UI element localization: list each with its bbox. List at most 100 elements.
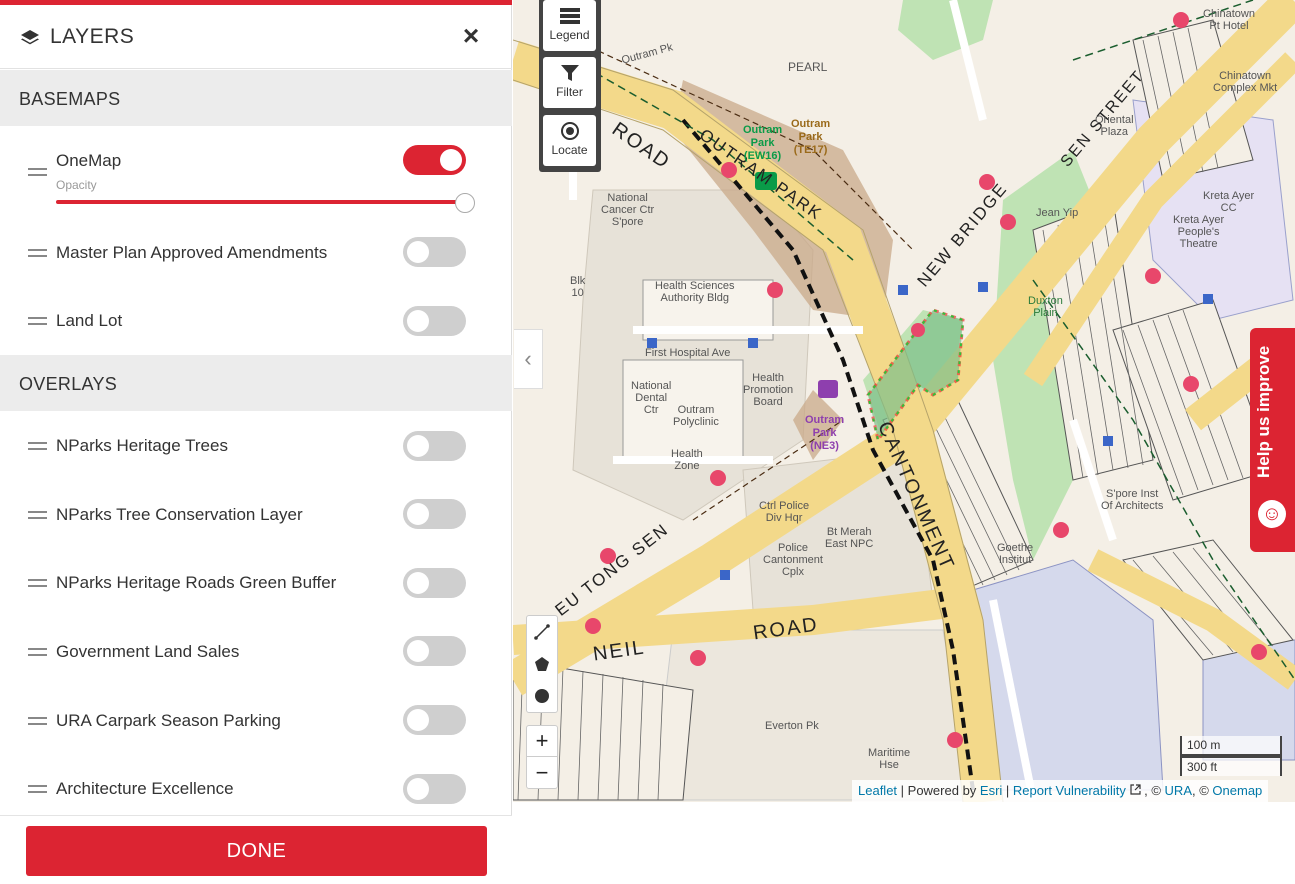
opacity-slider-handle[interactable] <box>455 193 475 213</box>
toggle-land-lot[interactable] <box>403 306 466 336</box>
toggle-knob <box>407 709 429 731</box>
attr-text: | Powered by <box>897 783 980 798</box>
layers-panel: LAYERS × BASEMAPS OneMap Opacity Master … <box>0 0 512 884</box>
zoom-control: + − <box>526 725 558 789</box>
toggle-onemap[interactable] <box>403 145 466 175</box>
layer-row-heritage-trees: NParks Heritage Trees <box>0 421 512 471</box>
basemaps-section-heading: BASEMAPS <box>0 70 512 126</box>
zoom-in-button[interactable]: + <box>527 726 557 757</box>
place-label: S'pore Inst Of Architects <box>1101 488 1164 512</box>
station-label-te17: Outram Park (TE17) <box>791 118 831 156</box>
place-label: Duxton Plain <box>1028 295 1063 319</box>
draw-circle-icon[interactable] <box>527 680 557 712</box>
overlays-section-heading: OVERLAYS <box>0 355 512 411</box>
place-label: Outram Polyclinic <box>673 404 719 428</box>
layer-label: Government Land Sales <box>56 642 240 661</box>
place-label: First Hospital Ave <box>645 347 731 359</box>
toggle-ura-carpark[interactable] <box>403 705 466 735</box>
help-us-improve-tab[interactable]: Help us improve ☺ <box>1250 328 1295 552</box>
drag-handle-icon[interactable] <box>28 442 47 450</box>
place-label: Health Sciences Authority Bldg <box>655 280 735 304</box>
drag-handle-icon[interactable] <box>28 511 47 519</box>
drag-handle-icon[interactable] <box>28 579 47 587</box>
place-label: National Dental Ctr <box>631 380 672 416</box>
map-toolbar: Legend Filter Locate <box>539 0 601 172</box>
layer-row-architecture-excellence: Architecture Excellence <box>0 764 512 814</box>
layer-row-heritage-roads: NParks Heritage Roads Green Buffer <box>0 558 512 608</box>
drag-handle-icon[interactable] <box>28 785 47 793</box>
opacity-label: Opacity <box>56 178 97 192</box>
place-label: Everton Pk <box>765 720 819 732</box>
place-label: Goethe Institut <box>997 542 1034 566</box>
place-label: Ctrl Police Div Hqr <box>759 500 810 524</box>
filter-label: Filter <box>556 85 583 99</box>
locate-button[interactable]: Locate <box>543 115 596 166</box>
layer-row-land-lot: Land Lot <box>0 296 512 346</box>
map-canvas[interactable]: ROAD OUTRAM PARK CANTONMENT NEIL ROAD EU… <box>513 0 1295 802</box>
locate-icon <box>560 122 579 140</box>
place-label: PEARL <box>788 60 828 74</box>
place-label: Kreta Ayer People's Theatre <box>1173 214 1225 250</box>
done-button[interactable]: DONE <box>26 826 487 876</box>
onemap-link[interactable]: Onemap <box>1212 783 1262 798</box>
smiley-icon: ☺ <box>1258 500 1286 528</box>
leaflet-link[interactable]: Leaflet <box>858 783 897 798</box>
toggle-tree-conservation[interactable] <box>403 499 466 529</box>
drag-handle-icon[interactable] <box>28 249 47 257</box>
overlays-heading: OVERLAYS <box>19 374 118 394</box>
scale-imperial: 300 ft <box>1180 756 1282 776</box>
draw-line-icon[interactable] <box>527 616 557 648</box>
layers-icon <box>21 30 39 45</box>
attr-text: | <box>1002 783 1013 798</box>
toggle-master-plan[interactable] <box>403 237 466 267</box>
draw-toolbar <box>526 615 558 713</box>
zoom-out-button[interactable]: − <box>527 758 557 789</box>
legend-button[interactable]: Legend <box>543 0 596 51</box>
station-label-ne3: Outram Park (NE3) <box>805 414 845 452</box>
draw-polygon-icon[interactable] <box>527 648 557 680</box>
layer-label: NParks Heritage Roads Green Buffer <box>56 573 337 592</box>
drag-handle-icon[interactable] <box>28 317 47 325</box>
layer-label: Land Lot <box>56 311 123 330</box>
legend-icon <box>559 8 580 24</box>
place-label: Police Cantonment Cplx <box>763 542 823 578</box>
ura-link[interactable]: URA <box>1165 783 1192 798</box>
toggle-gov-land-sales[interactable] <box>403 636 466 666</box>
basemaps-heading: BASEMAPS <box>19 89 121 109</box>
place-label: National Cancer Ctr S'pore <box>601 192 655 228</box>
filter-button[interactable]: Filter <box>543 57 596 108</box>
drag-handle-icon[interactable] <box>28 648 47 656</box>
place-label: Health Zone <box>671 448 703 472</box>
layer-row-tree-conservation: NParks Tree Conservation Layer <box>0 490 512 540</box>
drag-handle-icon[interactable] <box>28 717 47 725</box>
toggle-knob <box>407 435 429 457</box>
map-scale: 100 m 300 ft <box>1180 736 1282 776</box>
esri-link[interactable]: Esri <box>980 783 1002 798</box>
layer-label: Master Plan Approved Amendments <box>56 243 328 262</box>
toggle-knob <box>407 640 429 662</box>
place-label: Chinatown Pt Hotel <box>1203 8 1255 32</box>
place-label: Oriental Plaza <box>1095 114 1134 138</box>
toggle-heritage-trees[interactable] <box>403 431 466 461</box>
toggle-knob <box>440 149 462 171</box>
attr-text: , © <box>1140 783 1165 798</box>
locate-label: Locate <box>551 143 588 157</box>
toggle-knob <box>407 310 429 332</box>
collapse-panel-chevron-icon[interactable]: ‹ <box>514 329 543 389</box>
report-vulnerability-link[interactable]: Report Vulnerability <box>1013 783 1126 798</box>
scale-metric: 100 m <box>1180 736 1282 756</box>
layer-label: OneMap <box>56 151 122 170</box>
toggle-knob <box>407 778 429 800</box>
layer-row-ura-carpark: URA Carpark Season Parking <box>0 696 512 746</box>
drag-handle-icon[interactable] <box>28 168 47 176</box>
map-attribution: Leaflet | Powered by Esri | Report Vulne… <box>852 780 1269 802</box>
opacity-slider-track[interactable] <box>56 200 466 204</box>
legend-label: Legend <box>549 28 590 42</box>
toggle-heritage-roads[interactable] <box>403 568 466 598</box>
place-label: Maritime Hse <box>868 747 911 771</box>
place-label: Blk 10 <box>570 275 586 299</box>
layer-label: NParks Heritage Trees <box>56 436 228 455</box>
toggle-architecture-excellence[interactable] <box>403 774 466 804</box>
close-icon[interactable]: × <box>458 22 484 50</box>
station-label-ew16: Outram Park (EW16) <box>743 124 783 162</box>
